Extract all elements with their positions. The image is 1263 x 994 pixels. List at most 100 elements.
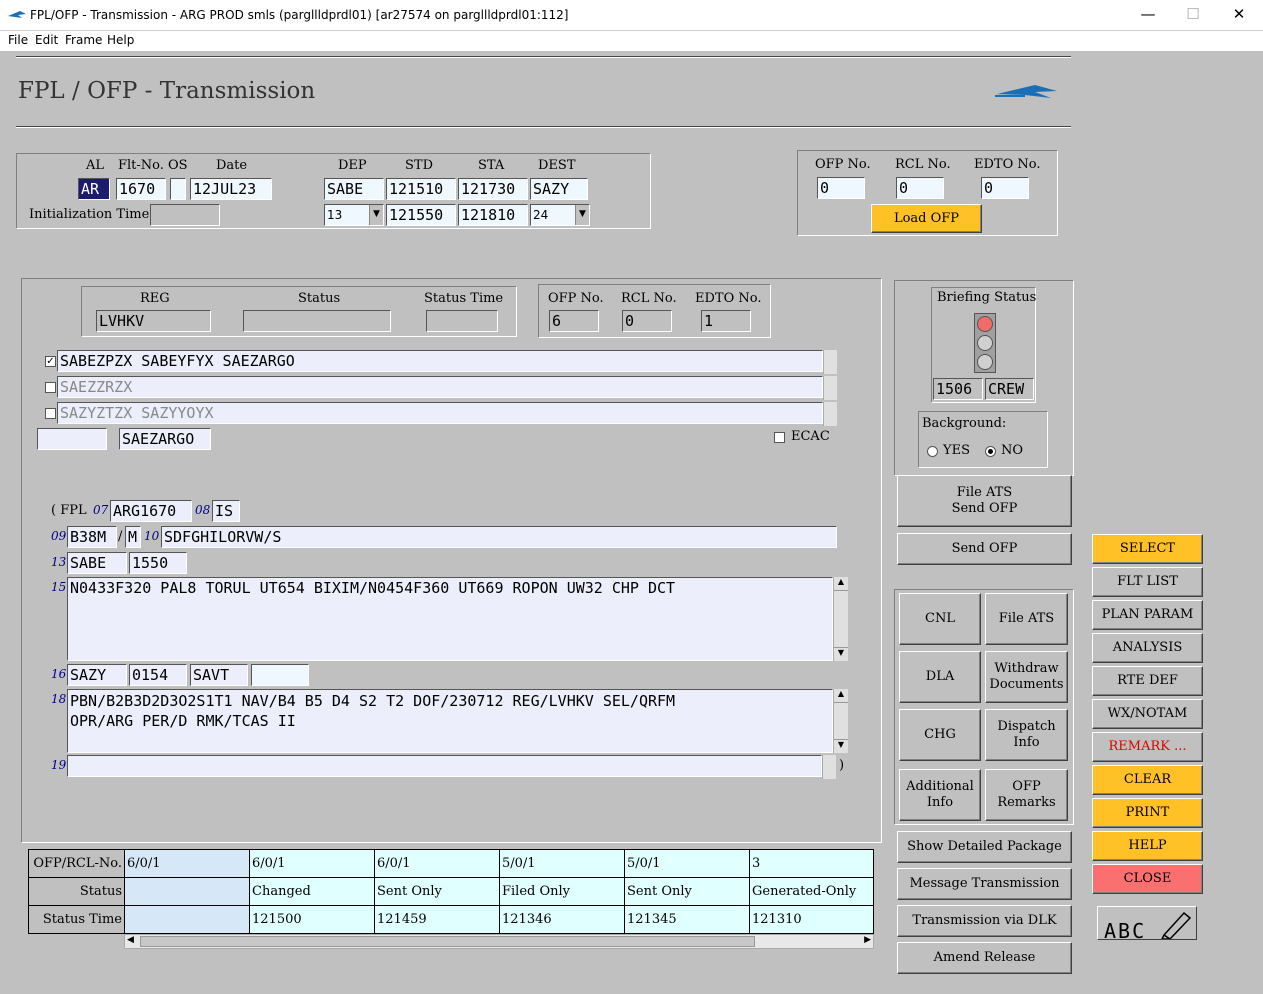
route-field[interactable]: N0433F320 PAL8 TORUL UT654 BIXIM/N0454F3… [67, 577, 833, 661]
address-checkbox-3[interactable] [45, 408, 56, 419]
ofp-remarks-button[interactable]: OFP Remarks [985, 769, 1068, 821]
callsign-field[interactable]: ARG1670 [110, 500, 192, 522]
flt-list-button[interactable]: FLT LIST [1092, 567, 1203, 597]
departure-time-field[interactable]: 1550 [129, 552, 187, 574]
table-cell[interactable]: 121500 [249, 905, 375, 934]
table-cell[interactable]: Sent Only [624, 877, 750, 906]
table-cell[interactable]: 3 [749, 849, 874, 878]
sta-input[interactable]: 121730 [458, 178, 528, 200]
other-info-field[interactable]: PBN/B2B3D2D3O2S1T1 NAV/B4 B5 D4 S2 T2 DO… [67, 689, 833, 753]
cnl-button[interactable]: CNL [899, 593, 981, 645]
spell-check-button[interactable]: ABC [1097, 906, 1197, 943]
background-no-radio[interactable] [985, 446, 996, 457]
amend-release-button[interactable]: Amend Release [897, 942, 1072, 974]
table-hscrollbar[interactable]: ◀ ▶ [124, 934, 874, 949]
flt-no-input[interactable]: 1670 [116, 178, 166, 200]
address-field-2[interactable]: SAEZZRZX [57, 376, 823, 398]
hscroll-left-icon[interactable]: ◀ [127, 935, 134, 945]
other-scroll-down-icon[interactable]: ▼ [834, 739, 848, 753]
address-extra-left[interactable] [37, 428, 107, 450]
plan-param-button[interactable]: PLAN PARAM [1092, 600, 1203, 630]
close-window-button[interactable]: ✕ [1229, 5, 1249, 23]
table-cell[interactable]: Sent Only [374, 877, 500, 906]
dep-select[interactable]: 13 ▼ [324, 204, 384, 226]
table-cell[interactable]: 121346 [499, 905, 625, 934]
table-cell[interactable]: 121345 [624, 905, 750, 934]
flight-rules-field[interactable]: IS [212, 500, 240, 522]
table-cell[interactable]: 6/0/1 [249, 849, 375, 878]
field-19-scroll[interactable] [822, 755, 836, 779]
ofp-no-input[interactable]: 0 [817, 177, 865, 199]
file-ats-send-ofp-button[interactable]: File ATS Send OFP [897, 475, 1072, 527]
address-field-1[interactable]: SABEZPZX SABEYFYX SAEZARGO [57, 350, 823, 372]
table-cell[interactable]: 5/0/1 [624, 849, 750, 878]
table-cell[interactable]: Filed Only [499, 877, 625, 906]
table-cell[interactable]: 6/0/1 [374, 849, 500, 878]
address-scroll-1[interactable] [823, 350, 837, 374]
aircraft-type-field[interactable]: B38M [67, 526, 117, 548]
std2-input[interactable]: 121550 [386, 204, 456, 226]
wx-notam-button[interactable]: WX/NOTAM [1092, 699, 1203, 729]
show-detailed-package-button[interactable]: Show Detailed Package [897, 831, 1072, 863]
hscroll-right-icon[interactable]: ▶ [864, 935, 871, 945]
table-cell[interactable]: 5/0/1 [499, 849, 625, 878]
table-cell[interactable]: 121459 [374, 905, 500, 934]
file-ats-button[interactable]: File ATS [985, 593, 1068, 645]
ecac-checkbox[interactable] [774, 432, 785, 443]
address-checkbox-1[interactable]: ✓ [45, 356, 56, 367]
route-scrollbar[interactable]: ▲ ▼ [833, 577, 848, 661]
address-checkbox-2[interactable] [45, 382, 56, 393]
sta2-input[interactable]: 121810 [458, 204, 528, 226]
date-input[interactable]: 12JUL23 [190, 178, 272, 200]
eet-field[interactable]: 0154 [129, 664, 187, 686]
other-info-scrollbar[interactable]: ▲ ▼ [833, 689, 848, 753]
table-cell[interactable]: 121310 [749, 905, 874, 934]
table-cell[interactable]: 6/0/1 [124, 849, 250, 878]
edto-no-input[interactable]: 0 [981, 177, 1029, 199]
maximize-button[interactable]: ☐ [1183, 5, 1203, 23]
dest-input[interactable]: SAZY [530, 178, 588, 200]
dla-button[interactable]: DLA [899, 651, 981, 703]
address-extra-right[interactable]: SAEZARGO [119, 428, 211, 450]
dispatch-info-button[interactable]: Dispatch Info [985, 709, 1068, 761]
rte-def-button[interactable]: RTE DEF [1092, 666, 1203, 696]
table-cell[interactable] [124, 905, 250, 934]
alternate-field[interactable]: SAVT [190, 664, 248, 686]
dep-input[interactable]: SABE [324, 178, 384, 200]
table-cell[interactable] [124, 877, 250, 906]
message-transmission-button[interactable]: Message Transmission [897, 868, 1072, 900]
dep-select-chevron-icon[interactable]: ▼ [369, 205, 383, 225]
dest-select-chevron-icon[interactable]: ▼ [575, 205, 589, 225]
wake-field[interactable]: M [125, 526, 141, 548]
minimize-button[interactable]: — [1138, 5, 1158, 23]
load-ofp-button[interactable]: Load OFP [871, 204, 982, 233]
departure-field[interactable]: SABE [67, 552, 127, 574]
address-scroll-2[interactable] [823, 376, 837, 400]
route-scroll-up-icon[interactable]: ▲ [834, 577, 848, 591]
transmission-via-dlk-button[interactable]: Transmission via DLK [897, 905, 1072, 937]
close-button[interactable]: CLOSE [1092, 864, 1203, 894]
withdraw-documents-button[interactable]: Withdraw Documents [985, 651, 1068, 703]
chg-button[interactable]: CHG [899, 709, 981, 761]
additional-info-button[interactable]: Additional Info [899, 769, 981, 821]
table-cell[interactable]: Changed [249, 877, 375, 906]
al-input[interactable]: AR [78, 178, 110, 200]
table-cell[interactable]: Generated-Only [749, 877, 874, 906]
background-yes-radio[interactable] [927, 446, 938, 457]
hscroll-thumb[interactable] [140, 936, 755, 947]
remark-button[interactable]: REMARK ... [1092, 732, 1203, 762]
init-time-input[interactable] [150, 204, 220, 226]
equipment-field[interactable]: SDFGHILORVW/S [161, 526, 837, 548]
other-scroll-up-icon[interactable]: ▲ [834, 689, 848, 703]
alternate2-field[interactable] [251, 664, 309, 686]
os-input[interactable] [170, 178, 186, 200]
help-button[interactable]: HELP [1092, 831, 1203, 861]
menu-edit[interactable]: Edit [35, 33, 58, 47]
route-scroll-down-icon[interactable]: ▼ [834, 647, 848, 661]
address-field-3[interactable]: SAZYZTZX SAZYYOYX [57, 402, 823, 424]
address-scroll-3[interactable] [823, 402, 837, 426]
print-button[interactable]: PRINT [1092, 798, 1203, 828]
select-button[interactable]: SELECT [1092, 534, 1203, 564]
std-input[interactable]: 121510 [386, 178, 456, 200]
analysis-button[interactable]: ANALYSIS [1092, 633, 1203, 663]
